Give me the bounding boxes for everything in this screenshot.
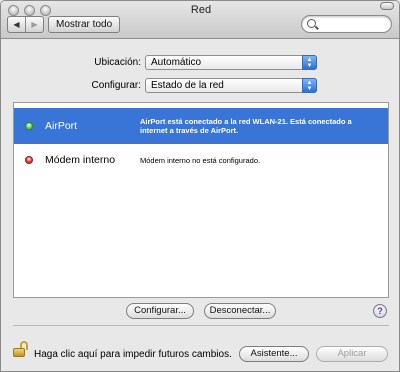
lock-hint: Haga clic aquí para impedir futuros camb…	[34, 349, 232, 360]
configure-popup[interactable]: Estado de la red ▲ ▼	[145, 78, 317, 93]
service-name: AirPort	[45, 120, 78, 132]
toolbar-toggle-button[interactable]	[380, 2, 394, 10]
location-label: Ubicación:	[94, 57, 141, 68]
apply-button[interactable]: Aplicar	[316, 346, 388, 362]
location-popup[interactable]: Automático ▲ ▼	[145, 55, 317, 70]
title-toolbar: Red ◀ ▶ Mostrar todo	[1, 1, 399, 39]
popup-arrows-icon: ▲ ▼	[302, 78, 317, 93]
show-all-button[interactable]: Mostrar todo	[48, 16, 121, 33]
network-services-list: AirPort AirPort está conectado a la red …	[13, 102, 389, 298]
help-button[interactable]: ?	[373, 304, 387, 318]
forward-arrow-icon[interactable]: ▶	[25, 17, 43, 32]
lock-icon[interactable]	[13, 341, 28, 358]
list-item-airport[interactable]: AirPort AirPort está conectado a la red …	[14, 108, 388, 144]
network-preferences-window: Red ◀ ▶ Mostrar todo Ubicación: Automáti…	[0, 0, 400, 372]
location-value: Automático	[151, 57, 202, 68]
footer-divider	[13, 325, 389, 326]
service-description: Módem interno no está configurado.	[140, 156, 261, 165]
service-description: AirPort está conectado a la red WLAN-21.…	[140, 117, 352, 135]
disconnect-button[interactable]: Desconectar...	[204, 303, 276, 319]
popup-arrows-icon: ▲ ▼	[302, 55, 317, 70]
search-icon	[307, 19, 316, 28]
status-indicator-icon	[25, 156, 33, 164]
back-arrow-icon[interactable]: ◀	[8, 17, 25, 32]
list-item-modem[interactable]: Módem interno Módem interno no está conf…	[14, 148, 388, 172]
search-field[interactable]	[301, 15, 392, 33]
service-name: Módem interno	[45, 154, 116, 166]
configure-value: Estado de la red	[151, 80, 224, 91]
navigation-buttons: ◀ ▶	[7, 16, 44, 33]
status-indicator-icon	[25, 122, 33, 130]
configure-label: Configurar:	[91, 80, 141, 91]
assistant-button[interactable]: Asistente...	[239, 346, 309, 362]
configure-button[interactable]: Configurar...	[126, 303, 194, 319]
lock-body	[13, 348, 25, 357]
